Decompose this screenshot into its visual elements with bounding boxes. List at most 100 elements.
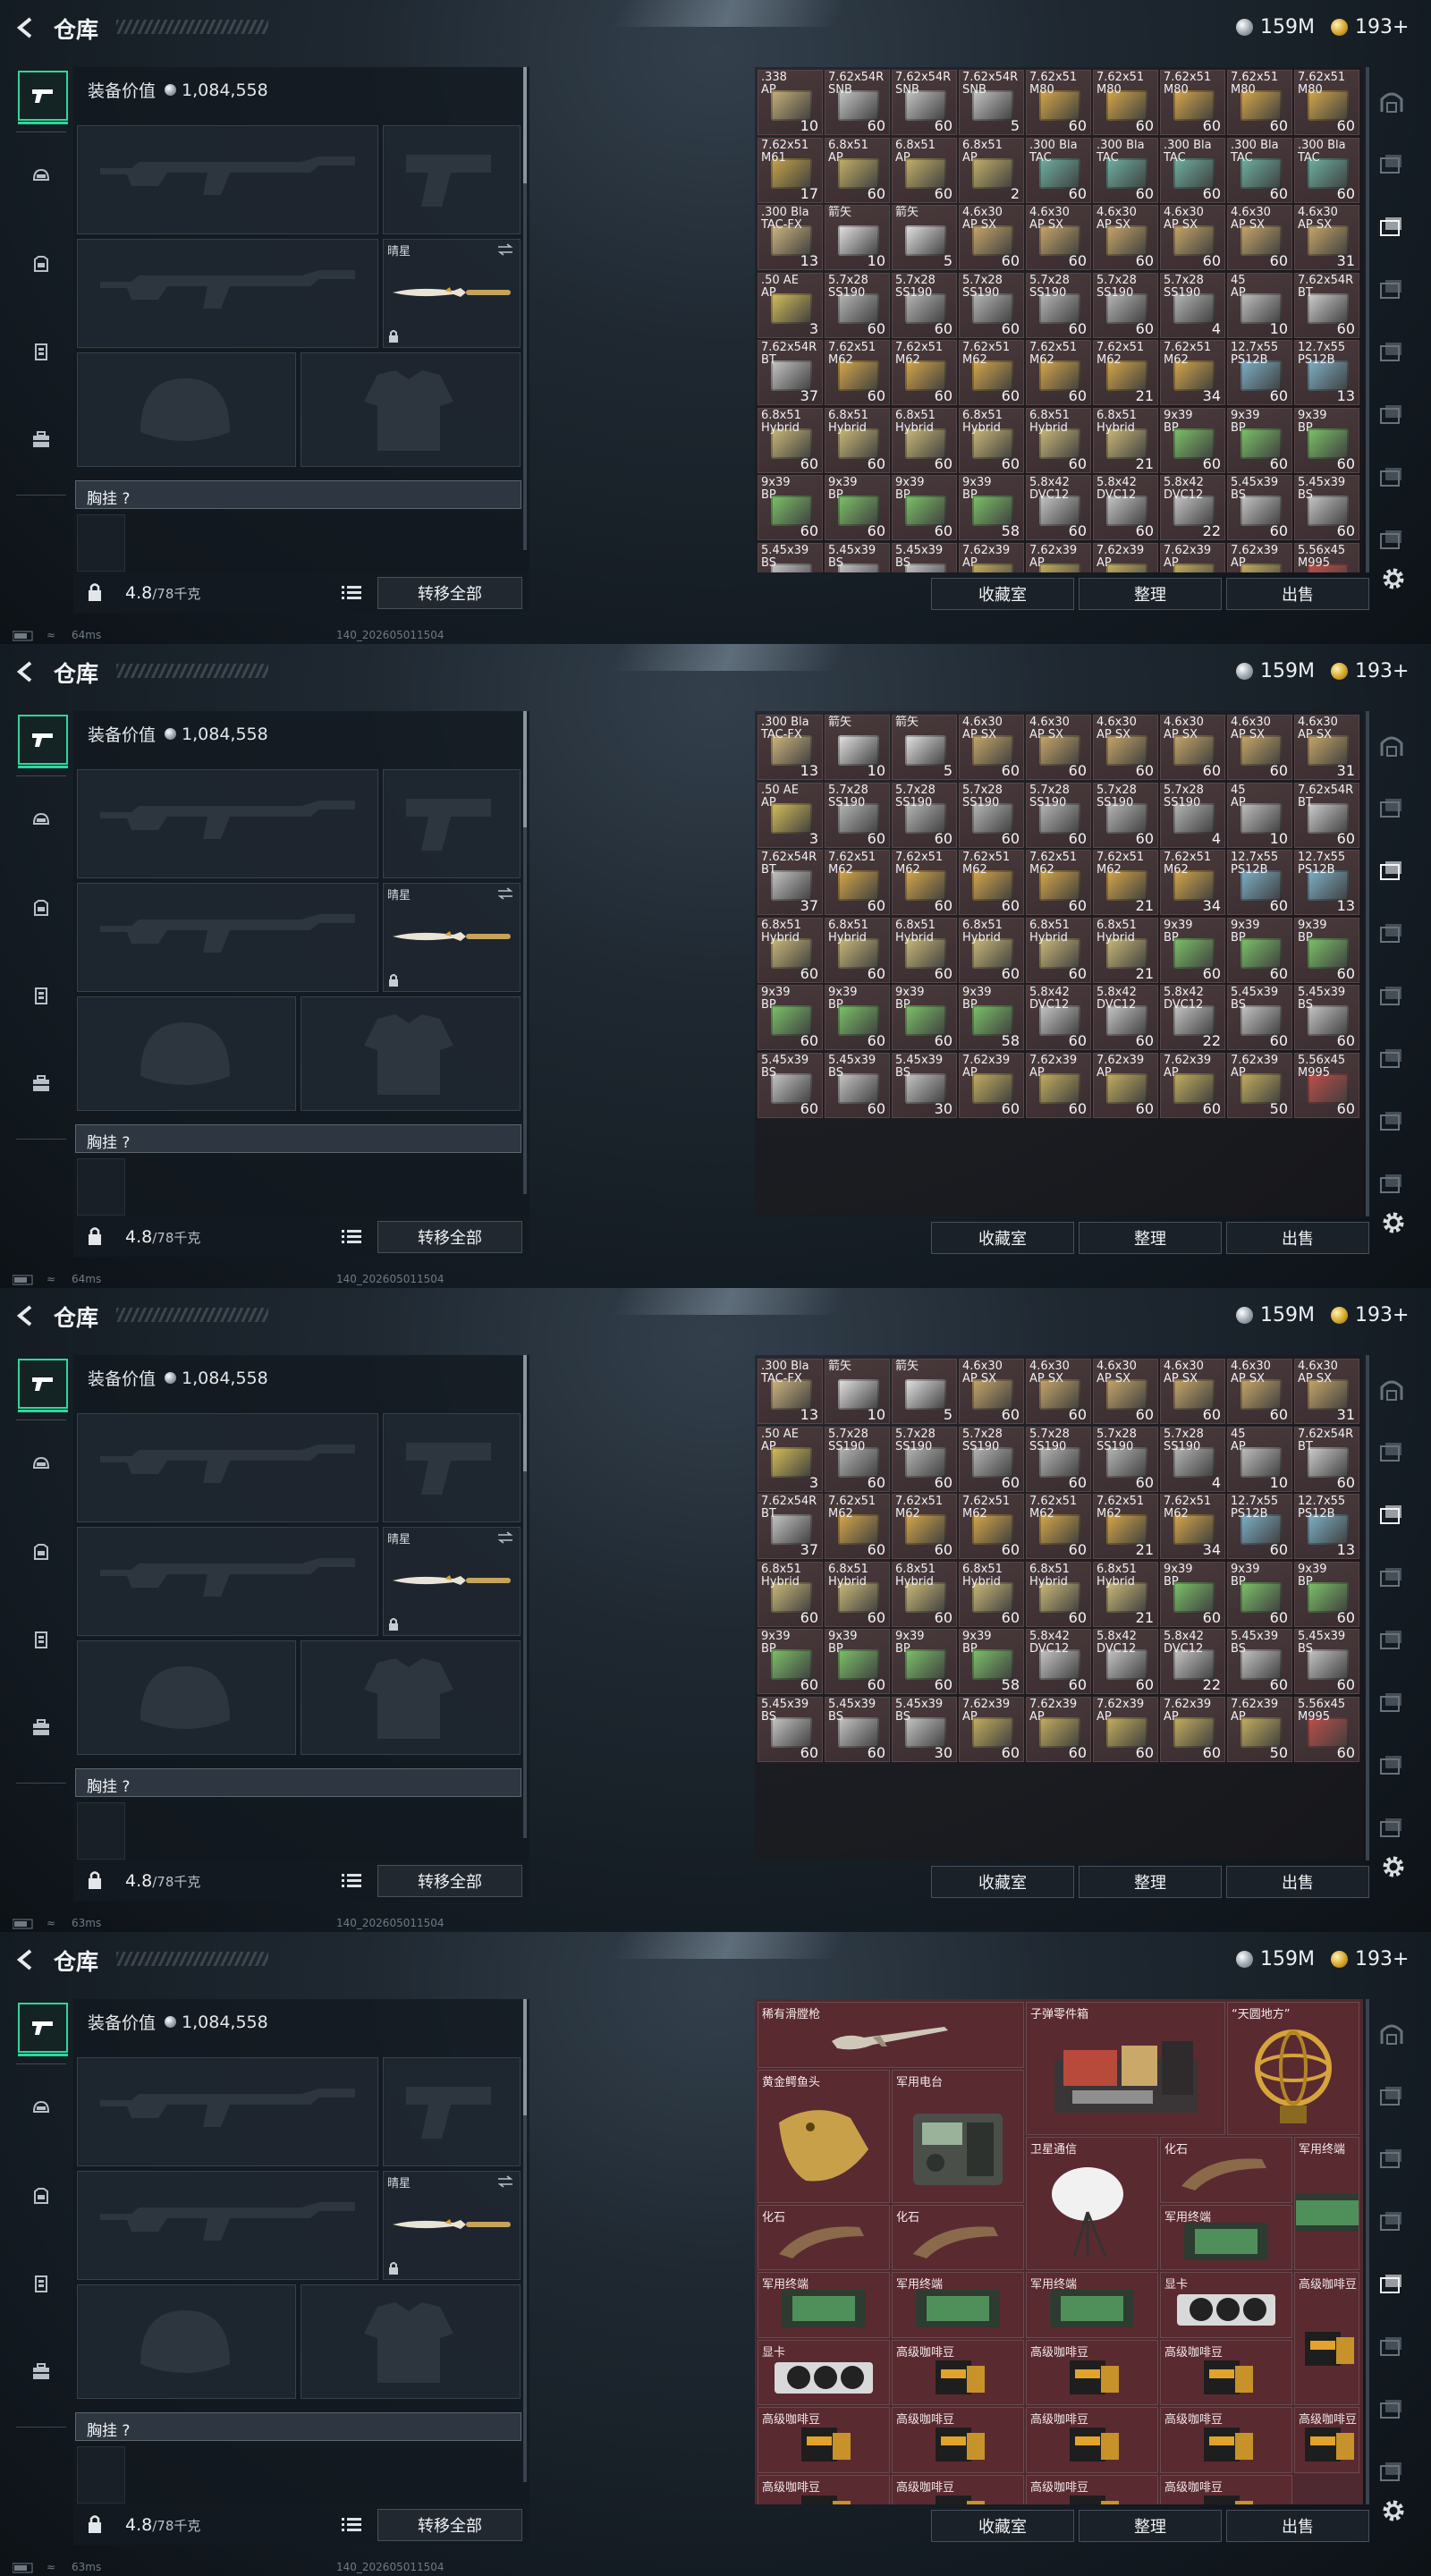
- ammo-stack[interactable]: 5.7x28 SS190 60: [959, 782, 1024, 848]
- ammo-stack[interactable]: 12.7x55 PS12B 13: [1294, 850, 1359, 915]
- ammo-stack[interactable]: 9x39 BP 60: [1294, 917, 1359, 983]
- ammo-stack[interactable]: 5.7x28 SS190 60: [825, 272, 890, 338]
- collectible-item[interactable]: 高级咖啡豆: [1026, 2474, 1158, 2504]
- list-icon[interactable]: [342, 1872, 361, 1888]
- ammo-stack[interactable]: 7.62x39 AP60: [1093, 1052, 1158, 1118]
- nav-weapons[interactable]: [18, 2003, 68, 2056]
- ammo-stack[interactable]: 5.45x39 BS 60: [1294, 985, 1359, 1050]
- collectible-item[interactable]: 高级咖啡豆: [1160, 2407, 1292, 2473]
- ammo-stack[interactable]: 6.8x51 Hybrid 60: [892, 917, 957, 983]
- ammo-stack[interactable]: 7.62x51 M62 21: [1093, 850, 1158, 915]
- ammo-stack[interactable]: 45 AP 10: [1227, 782, 1292, 848]
- collectible-item[interactable]: 黄金鳄鱼头: [758, 2069, 890, 2203]
- ammo-stack[interactable]: 6.8x51 AP 60: [825, 137, 890, 203]
- ammo-stack[interactable]: 7.62x51 M62 60: [1026, 1494, 1091, 1559]
- ammo-stack[interactable]: 6.8x51 Hybrid 60: [825, 1561, 890, 1627]
- ammo-stack[interactable]: 4.6x30 AP SX 31: [1294, 1359, 1359, 1424]
- ammo-stack[interactable]: 7.62x51 M62 60: [959, 850, 1024, 915]
- ammo-stack[interactable]: 5.7x28 SS190 60: [825, 1426, 890, 1492]
- back-arrow-icon[interactable]: [13, 14, 39, 41]
- ammo-stack[interactable]: 7.62x51 M62 60: [825, 1494, 890, 1559]
- ammo-stack[interactable]: 6.8x51 Hybrid 60: [1026, 917, 1091, 983]
- ammo-stack[interactable]: 7.62x51 M62 34: [1160, 850, 1225, 915]
- ammo-stack[interactable]: 4.6x30 AP SX 31: [1294, 205, 1359, 270]
- ammo-stack[interactable]: .338 AP 10: [758, 70, 823, 135]
- ammo-stack[interactable]: 7.62x51 M62 60: [1026, 850, 1091, 915]
- pistol-slot[interactable]: [383, 1413, 521, 1522]
- ammo-stack[interactable]: 7.62x54R BT 37: [758, 1494, 823, 1559]
- stash-tab[interactable]: [1375, 2080, 1409, 2114]
- ammo-stack[interactable]: 4.6x30 AP SX 60: [1227, 1359, 1292, 1424]
- ammo-stack[interactable]: 4.6x30 AP SX 60: [1093, 715, 1158, 780]
- ammo-stack[interactable]: 7.62x51 M80 60: [1026, 70, 1091, 135]
- pistol-slot[interactable]: [383, 125, 521, 234]
- ammo-stack[interactable]: 7.62x39 AP60: [1160, 1696, 1225, 1762]
- collectible-item[interactable]: 显卡: [1160, 2272, 1292, 2338]
- melee-slot[interactable]: 晴星: [383, 883, 521, 992]
- ammo-stack[interactable]: 9x39 BP 60: [825, 475, 890, 540]
- organize-button[interactable]: 整理: [1079, 2510, 1222, 2542]
- stash-tab[interactable]: [1375, 461, 1409, 495]
- sell-button[interactable]: 出售: [1226, 2510, 1369, 2542]
- stash-tab[interactable]: [1375, 85, 1409, 119]
- ammo-stack[interactable]: 6.8x51 AP 60: [892, 137, 957, 203]
- nav-backpack[interactable]: [18, 1060, 64, 1106]
- ammo-stack[interactable]: 7.62x51 M62 60: [892, 1494, 957, 1559]
- ammo-stack[interactable]: 9x39 BP 60: [825, 985, 890, 1050]
- primary-weapon-slot[interactable]: [77, 125, 378, 234]
- ammo-stack[interactable]: .300 Bla TAC 60: [1294, 137, 1359, 203]
- gold-currency[interactable]: 193+: [1331, 658, 1409, 683]
- ammo-stack[interactable]: 5.56x45 M99560: [1294, 1696, 1359, 1762]
- ammo-stack[interactable]: 7.62x51 M62 60: [892, 340, 957, 405]
- swap-icon[interactable]: [496, 243, 514, 256]
- ammo-stack[interactable]: 4.6x30 AP SX 60: [959, 715, 1024, 780]
- ammo-stack[interactable]: 12.7x55 PS12B 60: [1227, 340, 1292, 405]
- helmet-slot[interactable]: [77, 352, 296, 467]
- ammo-stack[interactable]: 9x39 BP 60: [758, 1629, 823, 1694]
- stash-tab[interactable]: [1375, 1686, 1409, 1720]
- ammo-stack[interactable]: 5.7x28 SS190 60: [892, 1426, 957, 1492]
- ammo-stack[interactable]: 5.8x42 DVC12 22: [1160, 475, 1225, 540]
- nav-chest-rig[interactable]: [18, 328, 64, 375]
- ammo-stack[interactable]: 5.45x39 BS 30: [892, 1052, 957, 1118]
- collectible-item[interactable]: 军用终端: [758, 2272, 890, 2338]
- ammo-stack[interactable]: 7.62x51 M62 21: [1093, 340, 1158, 405]
- ammo-stack[interactable]: 7.62x51 M62 21: [1093, 1494, 1158, 1559]
- chest-rig-slot[interactable]: [77, 2446, 125, 2504]
- ammo-stack[interactable]: 7.62x51 M62 34: [1160, 340, 1225, 405]
- ammo-stack[interactable]: .300 Bla TAC-FX 13: [758, 715, 823, 780]
- ammo-stack[interactable]: 7.62x39 AP60: [1160, 542, 1225, 572]
- ammo-stack[interactable]: 6.8x51 AP 2: [959, 137, 1024, 203]
- nav-chest-rig[interactable]: [18, 972, 64, 1019]
- melee-slot[interactable]: 晴星: [383, 239, 521, 348]
- ammo-stack[interactable]: 7.62x39 AP60: [959, 1052, 1024, 1118]
- organize-button[interactable]: 整理: [1079, 1866, 1222, 1898]
- ammo-stack[interactable]: 5.7x28 SS190 60: [1026, 1426, 1091, 1492]
- secondary-weapon-slot[interactable]: [77, 2171, 378, 2280]
- ammo-stack[interactable]: 5.56x45 M99560: [1294, 542, 1359, 572]
- ammo-stack[interactable]: 4.6x30 AP SX 60: [959, 205, 1024, 270]
- ammo-stack[interactable]: 6.8x51 Hybrid 60: [758, 407, 823, 473]
- ammo-stack[interactable]: 9x39 BP 58: [959, 1629, 1024, 1694]
- ammo-stack[interactable]: 4.6x30 AP SX 60: [1026, 205, 1091, 270]
- ammo-stack[interactable]: 7.62x51 M62 60: [959, 1494, 1024, 1559]
- ammo-stack[interactable]: 5.45x39 BS 60: [1227, 475, 1292, 540]
- collectible-item[interactable]: 高级咖啡豆: [1026, 2407, 1158, 2473]
- stash-tab[interactable]: [1375, 2017, 1409, 2051]
- ammo-stack[interactable]: 7.62x39 AP60: [959, 542, 1024, 572]
- ammo-stack[interactable]: 9x39 BP 60: [1160, 917, 1225, 983]
- ammo-stack[interactable]: 5.45x39 BS 60: [1294, 1629, 1359, 1694]
- ammo-stack[interactable]: 7.62x54R SNB 5: [959, 70, 1024, 135]
- ammo-stack[interactable]: .300 Bla TAC-FX 13: [758, 205, 823, 270]
- gear-icon[interactable]: [1380, 2497, 1407, 2524]
- stash-scrollbar[interactable]: [1366, 67, 1369, 572]
- ammo-stack[interactable]: 5.7x28 SS190 60: [1093, 272, 1158, 338]
- transfer-all-button[interactable]: 转移全部: [377, 1865, 522, 1897]
- ammo-stack[interactable]: 4.6x30 AP SX 60: [959, 1359, 1024, 1424]
- ammo-stack[interactable]: 箭矢 5: [892, 715, 957, 780]
- ammo-stack[interactable]: 6.8x51 Hybrid 60: [758, 1561, 823, 1627]
- ammo-stack[interactable]: 5.8x42 DVC12 60: [1093, 985, 1158, 1050]
- ammo-stack[interactable]: 4.6x30 AP SX 60: [1227, 205, 1292, 270]
- ammo-stack[interactable]: 5.7x28 SS190 60: [959, 272, 1024, 338]
- ammo-stack[interactable]: 5.8x42 DVC12 60: [1026, 985, 1091, 1050]
